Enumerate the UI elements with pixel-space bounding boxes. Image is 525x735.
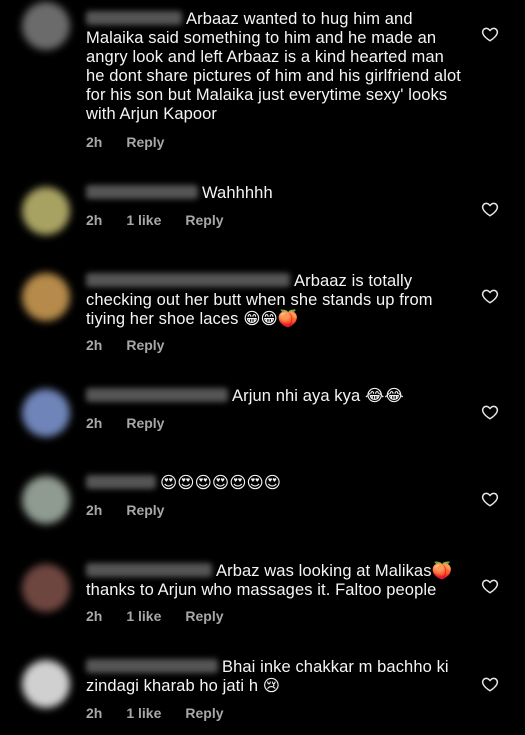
reply-button[interactable]: Reply [185,705,223,721]
like-count[interactable]: 1 like [126,705,161,721]
comment-text: Arjun nhi aya kya 😂😂 [232,387,404,405]
reply-button[interactable]: Reply [185,608,223,624]
avatar[interactable] [22,564,70,612]
comment-meta: 2h Reply [86,337,188,353]
avatar[interactable] [22,476,70,524]
reply-button[interactable]: Reply [126,337,164,353]
comment-text: Wahhhhh [202,184,273,202]
comment-text: 😍😍😍😍😍😍😍 [160,474,282,492]
comment-body: Wahhhhh [86,184,462,203]
heart-outline-icon[interactable] [481,25,499,43]
comment-time: 2h [86,608,103,624]
heart-outline-icon[interactable] [481,675,499,693]
comment-body: Arbaz was looking at Malikas🍑 thanks to … [86,562,462,600]
reply-button[interactable]: Reply [185,212,223,228]
comment-meta: 2h 1 like Reply [86,608,248,624]
reply-button[interactable]: Reply [126,502,164,518]
comment-meta: 2h 1 like Reply [86,212,248,228]
heart-outline-icon[interactable] [481,577,499,595]
comment-meta: 2h Reply [86,415,188,431]
heart-outline-icon[interactable] [481,403,499,421]
username-blurred[interactable] [86,273,290,287]
username-blurred[interactable] [86,11,182,25]
comment-meta: 2h Reply [86,502,188,518]
reply-button[interactable]: Reply [126,415,164,431]
like-count[interactable]: 1 like [126,212,161,228]
comment-body: Arbaaz wanted to hug him and Malaika sai… [86,10,462,124]
comment-body: 😍😍😍😍😍😍😍 [86,474,462,493]
heart-outline-icon[interactable] [481,287,499,305]
avatar[interactable] [22,2,70,50]
username-blurred[interactable] [86,475,156,489]
comment-time: 2h [86,337,103,353]
username-blurred[interactable] [86,185,198,199]
avatar[interactable] [22,660,70,708]
username-blurred[interactable] [86,388,228,402]
username-blurred[interactable] [86,659,218,673]
heart-outline-icon[interactable] [481,200,499,218]
comment-body: Arbaaz is totally checking out her butt … [86,272,462,329]
comment-meta: 2h Reply [86,134,188,150]
heart-outline-icon[interactable] [481,490,499,508]
reply-button[interactable]: Reply [126,134,164,150]
comment-time: 2h [86,212,103,228]
avatar[interactable] [22,273,70,321]
comment-time: 2h [86,502,103,518]
comment-time: 2h [86,134,103,150]
avatar[interactable] [22,389,70,437]
comment-time: 2h [86,415,103,431]
like-count[interactable]: 1 like [126,608,161,624]
comment-body: Bhai inke chakkar m bachho ki zindagi kh… [86,658,462,696]
comment-meta: 2h 1 like Reply [86,705,248,721]
comment-text: Arbaaz wanted to hug him and Malaika sai… [86,10,461,123]
username-blurred[interactable] [86,563,212,577]
comment-body: Arjun nhi aya kya 😂😂 [86,387,462,406]
comment-time: 2h [86,705,103,721]
avatar[interactable] [22,187,70,235]
